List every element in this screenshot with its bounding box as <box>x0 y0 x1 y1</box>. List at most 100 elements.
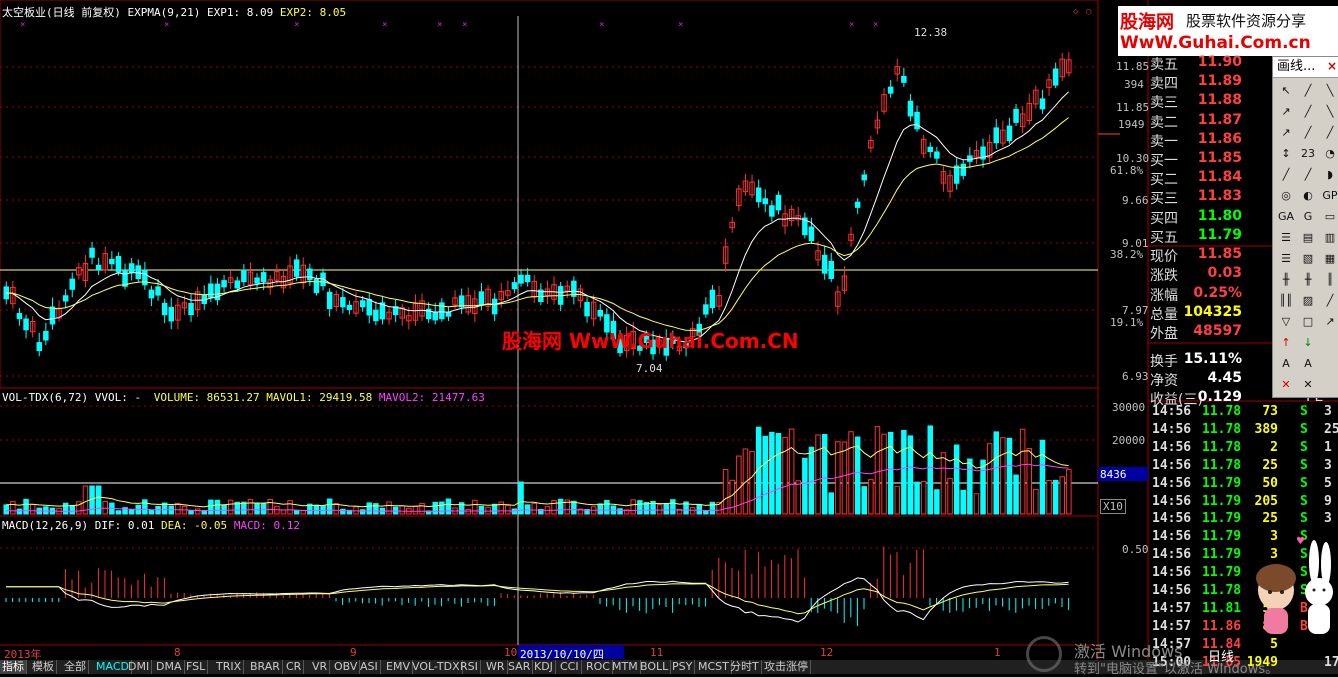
indicator-tab[interactable]: 模板 <box>30 660 57 674</box>
indicator-tab[interactable]: 指标 <box>0 660 27 674</box>
drawing-tool-icon[interactable]: ↓ <box>1298 333 1318 353</box>
drawing-tool-icon[interactable]: □ <box>1298 312 1318 332</box>
drawing-tool-icon[interactable] <box>1320 333 1338 353</box>
indicator-tab[interactable]: EMV <box>384 660 413 674</box>
volume-bar <box>1000 437 1006 515</box>
price-axis-label: 11.85 <box>1116 60 1150 73</box>
drawing-tool-icon[interactable]: ╱ <box>1298 81 1318 101</box>
drawing-tool-icon[interactable]: ▽ <box>1276 312 1296 332</box>
indicator-tab[interactable]: 分时T <box>728 660 762 674</box>
drawing-tool-icon[interactable]: ▧ <box>1298 249 1318 269</box>
drawing-tool-icon[interactable]: ◐ <box>1298 186 1318 206</box>
volume-bar <box>637 500 643 515</box>
drawing-tool-icon[interactable]: ╱ <box>1276 165 1296 185</box>
candlestick-series <box>3 51 1072 361</box>
drawing-tool-icon[interactable]: ↖ <box>1276 81 1296 101</box>
drawing-tool-icon[interactable]: ╱ <box>1298 123 1318 143</box>
drawing-tool-icon[interactable]: ╱ <box>1298 165 1318 185</box>
order-price: 11.84 <box>1197 169 1242 186</box>
drawing-tool-icon[interactable]: ◎ <box>1276 186 1296 206</box>
drawing-tool-icon[interactable]: GP <box>1320 186 1338 206</box>
settings-dot-icon[interactable]: ○ <box>1086 7 1091 17</box>
drawing-tool-icon[interactable]: ╲ <box>1320 81 1338 101</box>
drawing-tool-icon[interactable]: ▭ <box>1320 207 1338 227</box>
drawing-tool-icon[interactable] <box>1320 375 1338 395</box>
drawing-tool-icon[interactable]: ╱ <box>1298 102 1318 122</box>
indicator-tab[interactable]: VR <box>310 660 331 674</box>
tick-price: 11.81 <box>1202 600 1242 616</box>
drawing-tool-icon[interactable]: ↗ <box>1320 312 1338 332</box>
volume-bar <box>788 428 795 515</box>
drawing-tool-icon[interactable]: ▭ <box>1298 396 1318 416</box>
drawing-tool-icon[interactable]: ▥ <box>1320 228 1338 248</box>
indicator-tab[interactable]: PSY <box>670 660 696 674</box>
date-axis-label: 10 <box>504 646 518 659</box>
indicator-tab[interactable]: BRAR <box>248 660 283 674</box>
drawing-tool-icon[interactable]: ▨ <box>1298 291 1318 311</box>
drawing-tool-icon[interactable]: ╫ <box>1298 270 1318 290</box>
indicator-tab[interactable]: CR <box>284 660 305 674</box>
drawing-tool-icon[interactable]: ☰ <box>1276 249 1296 269</box>
drawing-tool-icon[interactable]: ◗ <box>1320 165 1338 185</box>
indicator-tab[interactable]: MTM <box>610 660 641 674</box>
drawing-tool-icon[interactable]: ↑ <box>1276 333 1296 353</box>
indicator-tab[interactable]: ASI <box>358 660 381 674</box>
drawing-tool-icon[interactable]: ║ <box>1320 270 1338 290</box>
close-icon[interactable]: × <box>1327 59 1337 73</box>
drawing-tool-icon[interactable]: ✕ <box>1298 375 1318 395</box>
drawing-tool-icon[interactable]: G <box>1298 207 1318 227</box>
drawing-tool-icon[interactable]: ↗ <box>1276 123 1296 143</box>
indicator-tab[interactable]: 攻击涨停 <box>762 660 811 674</box>
drawing-tool-icon[interactable]: GA <box>1276 207 1296 227</box>
stat-label: 涨跌 <box>1150 268 1178 285</box>
volume-bar <box>10 501 16 515</box>
indicator-tab[interactable]: BOLL <box>638 660 672 674</box>
exp2-line <box>5 117 1069 331</box>
macd-histogram <box>5 546 1070 627</box>
tick-time: 14:56 <box>1152 439 1192 455</box>
drawing-tool-icon[interactable] <box>1320 354 1338 374</box>
tick-price: 11.78 <box>1202 583 1242 598</box>
marker-icon: × <box>849 20 855 30</box>
tick-time: 14:56 <box>1152 457 1192 473</box>
indicator-tab[interactable]: WR <box>484 660 508 674</box>
drawing-tool-icon[interactable]: 23 <box>1298 144 1318 164</box>
indicator-tab[interactable]: ROC <box>584 660 613 674</box>
drawing-tool-icon[interactable] <box>1320 396 1338 416</box>
drawing-tool-icon[interactable]: ▤ <box>1298 228 1318 248</box>
drawing-tool-icon[interactable]: ║║ <box>1276 291 1296 311</box>
drawing-tool-icon[interactable]: ▭ <box>1276 396 1296 416</box>
drawing-tool-icon[interactable]: ╱ <box>1320 291 1338 311</box>
indicator-tab[interactable]: KDJ <box>532 660 556 674</box>
indicator-tab[interactable]: CCI <box>558 660 582 674</box>
indicator-tab[interactable]: 全部 <box>62 660 89 674</box>
drawing-tool-icon[interactable]: ↕ <box>1276 144 1296 164</box>
indicator-tab[interactable]: SAR <box>506 660 534 674</box>
indicator-tab[interactable]: VOL-TDX <box>410 660 463 674</box>
drawing-tool-icon[interactable]: ╫ <box>1276 270 1296 290</box>
volume-bar <box>940 452 947 515</box>
indicator-tab[interactable]: TRIX <box>214 660 245 674</box>
drawing-tool-icon[interactable]: ☰ <box>1276 228 1296 248</box>
drawing-tool-icon[interactable]: ✕ <box>1276 375 1296 395</box>
stat-value: 11.85 <box>1197 246 1242 262</box>
diamond-icon[interactable]: ◇ <box>1073 7 1078 17</box>
drawing-tool-icon[interactable]: A <box>1276 354 1296 374</box>
drawing-tool-icon[interactable]: ╲ <box>1320 102 1338 122</box>
indicator-tab[interactable]: MCST <box>696 660 732 674</box>
indicator-tab[interactable]: DMI <box>126 660 153 674</box>
drawing-tool-icon[interactable]: ╱ <box>1320 123 1338 143</box>
indicator-tab[interactable]: RSI <box>458 660 481 674</box>
drawing-tool-icon[interactable]: ▦ <box>1320 249 1338 269</box>
indicator-tab[interactable]: OBV <box>332 660 361 674</box>
stat-value: 0.03 <box>1207 265 1242 282</box>
indicator-tab[interactable]: DMA <box>154 660 185 674</box>
tick-price: 11.78 <box>1202 439 1242 455</box>
drawing-tool-icon[interactable]: ↗ <box>1276 102 1296 122</box>
indicator-tab[interactable]: FSL <box>184 660 209 674</box>
drawing-tool-icon[interactable]: A <box>1298 354 1318 374</box>
watermark-text: 股海网 WwW.Guhai.Com.CN <box>502 329 799 353</box>
drawing-tool-icon[interactable]: ◔ <box>1320 144 1338 164</box>
stat-value: 0.129 <box>1197 389 1242 406</box>
volume-bar <box>445 498 452 515</box>
